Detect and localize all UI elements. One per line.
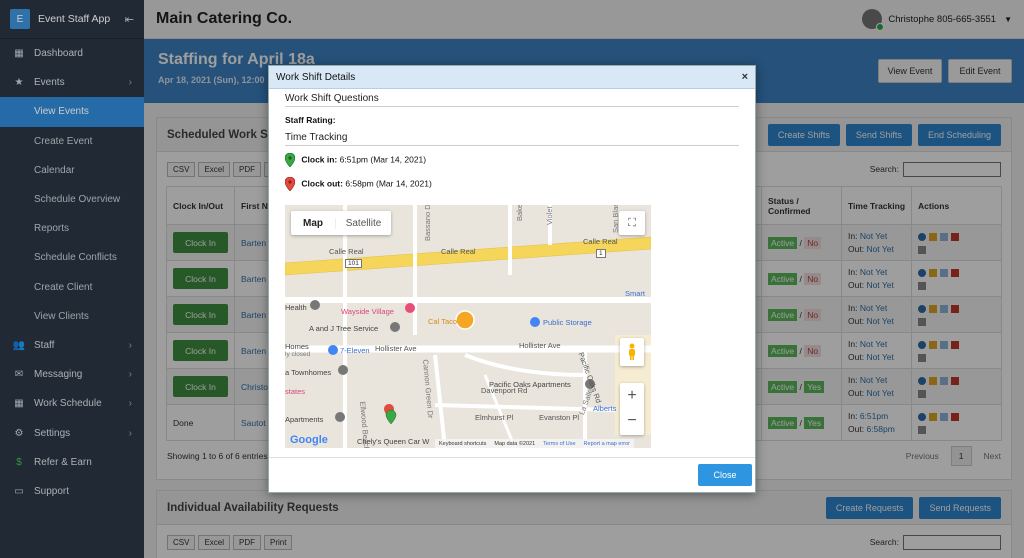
zoom-in-button[interactable]: + (627, 383, 636, 409)
tree-service-marker (390, 322, 400, 332)
location-map[interactable]: Calle Real Calle Real Calle Real Hollist… (285, 205, 651, 448)
seven-eleven-marker (328, 345, 338, 355)
street-label: Hollister Ave (375, 344, 417, 353)
street-label: Violet Ln (545, 205, 554, 225)
satellite-tab[interactable]: Satellite (335, 217, 391, 229)
place-label: states (285, 387, 306, 396)
clock-out-value: 6:58pm (Mar 14, 2021) (345, 178, 432, 189)
street-label: Evanston Pl (539, 413, 580, 422)
public-storage-marker (530, 317, 540, 327)
place-label: Apartments (285, 415, 324, 424)
place-label: Pacific Oaks Apartments (489, 380, 571, 389)
modal-footer: Close (269, 457, 755, 492)
questions-title: Work Shift Questions (285, 93, 739, 107)
close-icon[interactable]: × (742, 71, 748, 83)
place-label: A and J Tree Service (309, 324, 379, 333)
modal-title: Work Shift Details (276, 71, 356, 83)
street-label: Elmhurst Pl (475, 413, 514, 422)
work-shift-modal: Work Shift Details × Work Shift Question… (268, 65, 756, 493)
place-label: ly closed (285, 351, 311, 358)
place-label: Smart (625, 289, 646, 298)
street-label: Hollister Ave (519, 341, 561, 350)
place-label: Health (285, 303, 307, 312)
place-label: Chely's Queen Car W (357, 437, 430, 446)
place-label: a Townhomes (285, 368, 332, 377)
street-label: Calle Real (329, 247, 364, 256)
zoom-control: + − (620, 383, 644, 435)
street-label: Calle Real (441, 247, 476, 256)
clock-in-label: Clock in: (301, 154, 338, 165)
apartments-marker-2 (335, 412, 345, 422)
place-label: Alberts (593, 404, 617, 413)
cal-taco-marker (455, 310, 475, 330)
route-1-shield: 1 (596, 249, 606, 258)
time-tracking-title: Time Tracking (285, 132, 739, 146)
modal-header: Work Shift Details × (269, 66, 755, 89)
keyboard-shortcuts-link[interactable]: Keyboard shortcuts (439, 441, 486, 447)
google-logo: Google (290, 434, 328, 446)
zoom-out-button[interactable]: − (627, 409, 636, 435)
wayside-marker (405, 303, 415, 313)
map-footer: Keyboard shortcuts Map data ©2021 Terms … (435, 439, 635, 448)
staff-rating-label: Staff Rating: (285, 115, 336, 125)
fullscreen-icon[interactable]: ⛶ (619, 211, 645, 235)
map-tab[interactable]: Map (291, 218, 335, 229)
modal-backdrop (144, 0, 1024, 39)
place-label: Homes (285, 342, 309, 351)
place-label: 7-Eleven (340, 346, 370, 355)
health-marker (310, 300, 320, 310)
clock-in-value: 6:51pm (Mar 14, 2021) (339, 154, 427, 165)
route-101-shield: 101 (345, 259, 362, 268)
modal-backdrop (0, 0, 144, 558)
terms-link[interactable]: Terms of Use (543, 441, 575, 447)
place-label: Cal Taco (428, 317, 458, 326)
street-view-pegman-icon[interactable] (620, 338, 644, 366)
street-label: Calle Real (583, 237, 618, 246)
report-error-link[interactable]: Report a map error (584, 441, 630, 447)
clock-in-row: Clock in: 6:51pm (Mar 14, 2021) (285, 153, 739, 167)
clock-out-label: Clock out: (301, 178, 343, 189)
townhomes-marker (338, 365, 348, 375)
place-label: Public Storage (543, 318, 592, 327)
place-label: Wayside Village (341, 307, 394, 316)
street-label: Bassano Dr (423, 205, 432, 241)
street-label: Baker Ln (515, 205, 524, 221)
map-type-control: Map Satellite (291, 211, 391, 235)
map-data-label: Map data ©2021 (494, 440, 536, 447)
red-pin-icon (285, 177, 295, 191)
close-button[interactable]: Close (698, 464, 752, 486)
green-pin-icon (285, 153, 295, 167)
clock-out-row: Clock out: 6:58pm (Mar 14, 2021) (285, 177, 739, 191)
